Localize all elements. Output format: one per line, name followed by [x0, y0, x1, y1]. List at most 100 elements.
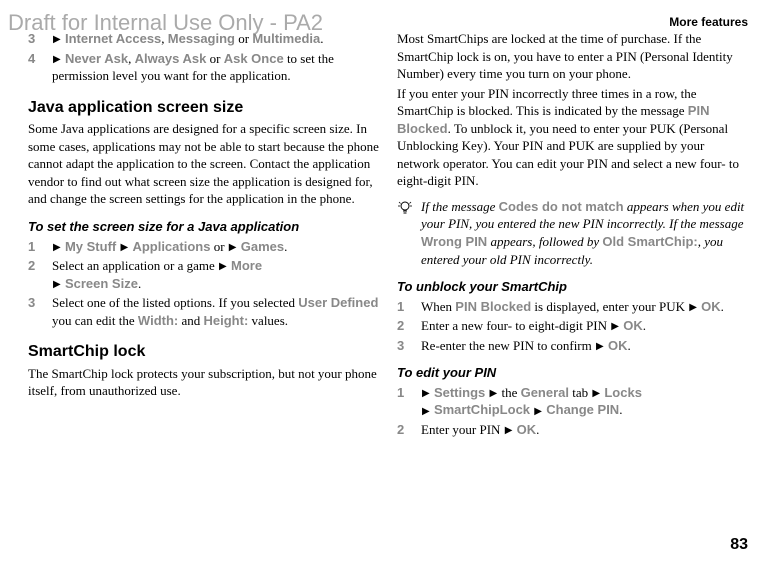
ui-term: Games [241, 239, 284, 254]
step-body: When PIN Blocked is displayed, enter you… [421, 298, 748, 316]
text: Select one of the listed options. If you… [52, 295, 298, 310]
text: If you enter your PIN incorrectly three … [397, 86, 697, 119]
step-4: 4 ▶ Never Ask, Always Ask or Ask Once to… [28, 50, 379, 85]
step-body: ▶ Internet Access, Messaging or Multimed… [52, 30, 379, 48]
step-list-editpin: 1 ▶ Settings ▶ the General tab ▶ Locks▶ … [397, 384, 748, 439]
ui-term: OK [517, 422, 537, 437]
paragraph: If you enter your PIN incorrectly three … [397, 85, 748, 190]
step-number: 3 [28, 294, 52, 329]
ui-term: Locks [604, 385, 642, 400]
ui-term: Multimedia [252, 31, 320, 46]
ui-term: Applications [132, 239, 210, 254]
step-body: ▶ My Stuff ▶ Applications or ▶ Games. [52, 238, 379, 256]
step-body: Select an application or a game ▶ More▶ … [52, 257, 379, 292]
step-list-top: 3 ▶ Internet Access, Messaging or Multim… [28, 30, 379, 85]
arrow-icon: ▶ [610, 321, 620, 332]
ui-term: OK [623, 318, 643, 333]
ui-term: SmartChipLock [434, 402, 530, 417]
step-number: 2 [28, 257, 52, 292]
ui-term: Settings [434, 385, 485, 400]
step-list-unblock: 1 When PIN Blocked is displayed, enter y… [397, 298, 748, 355]
text: Enter your PIN [421, 422, 504, 437]
ui-term: Old SmartChip: [602, 234, 697, 249]
step-list-screen: 1 ▶ My Stuff ▶ Applications or ▶ Games. … [28, 238, 379, 330]
ui-term: Codes do not match [499, 199, 624, 214]
text: you can edit the [52, 313, 138, 328]
ui-term: OK [701, 299, 721, 314]
step-body: Enter your PIN ▶ OK. [421, 421, 748, 439]
text: Select an application or a game [52, 258, 218, 273]
heading-unblock: To unblock your SmartChip [397, 278, 748, 296]
arrow-icon: ▶ [533, 406, 543, 417]
step-1: 1 ▶ My Stuff ▶ Applications or ▶ Games. [28, 238, 379, 256]
arrow-icon: ▶ [52, 34, 62, 45]
step-number: 4 [28, 50, 52, 85]
arrow-icon: ▶ [119, 242, 129, 253]
step-body: ▶ Settings ▶ the General tab ▶ Locks▶ Sm… [421, 384, 748, 419]
ui-term: General [521, 385, 569, 400]
text: . To unblock it, you need to enter your … [397, 121, 739, 189]
arrow-icon: ▶ [421, 406, 431, 417]
step-number: 3 [397, 337, 421, 355]
ui-term: Never Ask [65, 51, 128, 66]
ui-term: More [231, 258, 262, 273]
text: . [619, 402, 622, 417]
ui-term: PIN Blocked [455, 299, 531, 314]
page-number: 83 [730, 534, 748, 556]
left-column: 3 ▶ Internet Access, Messaging or Multim… [28, 30, 379, 448]
paragraph: Some Java applications are designed for … [28, 120, 379, 208]
ui-term: User Defined [298, 295, 378, 310]
ui-term: Height: [204, 313, 249, 328]
ui-term: OK [608, 338, 628, 353]
arrow-icon: ▶ [591, 388, 601, 399]
arrow-icon: ▶ [595, 341, 605, 352]
heading-edit-pin: To edit your PIN [397, 364, 748, 382]
paragraph: The SmartChip lock protects your subscri… [28, 365, 379, 400]
arrow-icon: ▶ [52, 279, 62, 290]
paragraph: Most SmartChips are locked at the time o… [397, 30, 748, 83]
ui-term: Internet Access [65, 31, 161, 46]
ui-term: Always Ask [135, 51, 207, 66]
heading-java-size: Java application screen size [28, 97, 379, 119]
step-3: 3 Re-enter the new PIN to confirm ▶ OK. [397, 337, 748, 355]
step-2: 2 Select an application or a game ▶ More… [28, 257, 379, 292]
lightbulb-icon [397, 200, 413, 216]
heading-smartchip-lock: SmartChip lock [28, 341, 379, 363]
arrow-icon: ▶ [228, 242, 238, 253]
tip-text: If the message Codes do not match appear… [421, 198, 748, 268]
text: tab [569, 385, 591, 400]
heading-set-screen: To set the screen size for a Java applic… [28, 218, 379, 236]
ui-term: Ask Once [224, 51, 284, 66]
step-number: 1 [397, 298, 421, 316]
text: and [178, 313, 203, 328]
text: . [284, 239, 287, 254]
text: or [235, 31, 252, 46]
text: If the message [421, 199, 499, 214]
right-column: Most SmartChips are locked at the time o… [397, 30, 748, 448]
text: is displayed, enter your PUK [531, 299, 688, 314]
step-number: 1 [28, 238, 52, 256]
step-2: 2 Enter a new four- to eight-digit PIN ▶… [397, 317, 748, 335]
arrow-icon: ▶ [421, 388, 431, 399]
content-columns: 3 ▶ Internet Access, Messaging or Multim… [0, 0, 766, 458]
arrow-icon: ▶ [52, 54, 62, 65]
text: . [643, 318, 646, 333]
text: the [498, 385, 520, 400]
ui-term: Change PIN [546, 402, 619, 417]
ui-term: My Stuff [65, 239, 116, 254]
text: . [627, 338, 630, 353]
step-3: 3 ▶ Internet Access, Messaging or Multim… [28, 30, 379, 48]
tip-box: If the message Codes do not match appear… [397, 198, 748, 268]
step-number: 2 [397, 317, 421, 335]
ui-term: Wrong PIN [421, 234, 487, 249]
ui-term: Width: [138, 313, 178, 328]
text: . [536, 422, 539, 437]
arrow-icon: ▶ [504, 425, 514, 436]
ui-term: Screen Size [65, 276, 138, 291]
text: or [210, 239, 227, 254]
arrow-icon: ▶ [489, 388, 499, 399]
arrow-icon: ▶ [52, 242, 62, 253]
step-number: 1 [397, 384, 421, 419]
step-1: 1 ▶ Settings ▶ the General tab ▶ Locks▶ … [397, 384, 748, 419]
text: Enter a new four- to eight-digit PIN [421, 318, 610, 333]
